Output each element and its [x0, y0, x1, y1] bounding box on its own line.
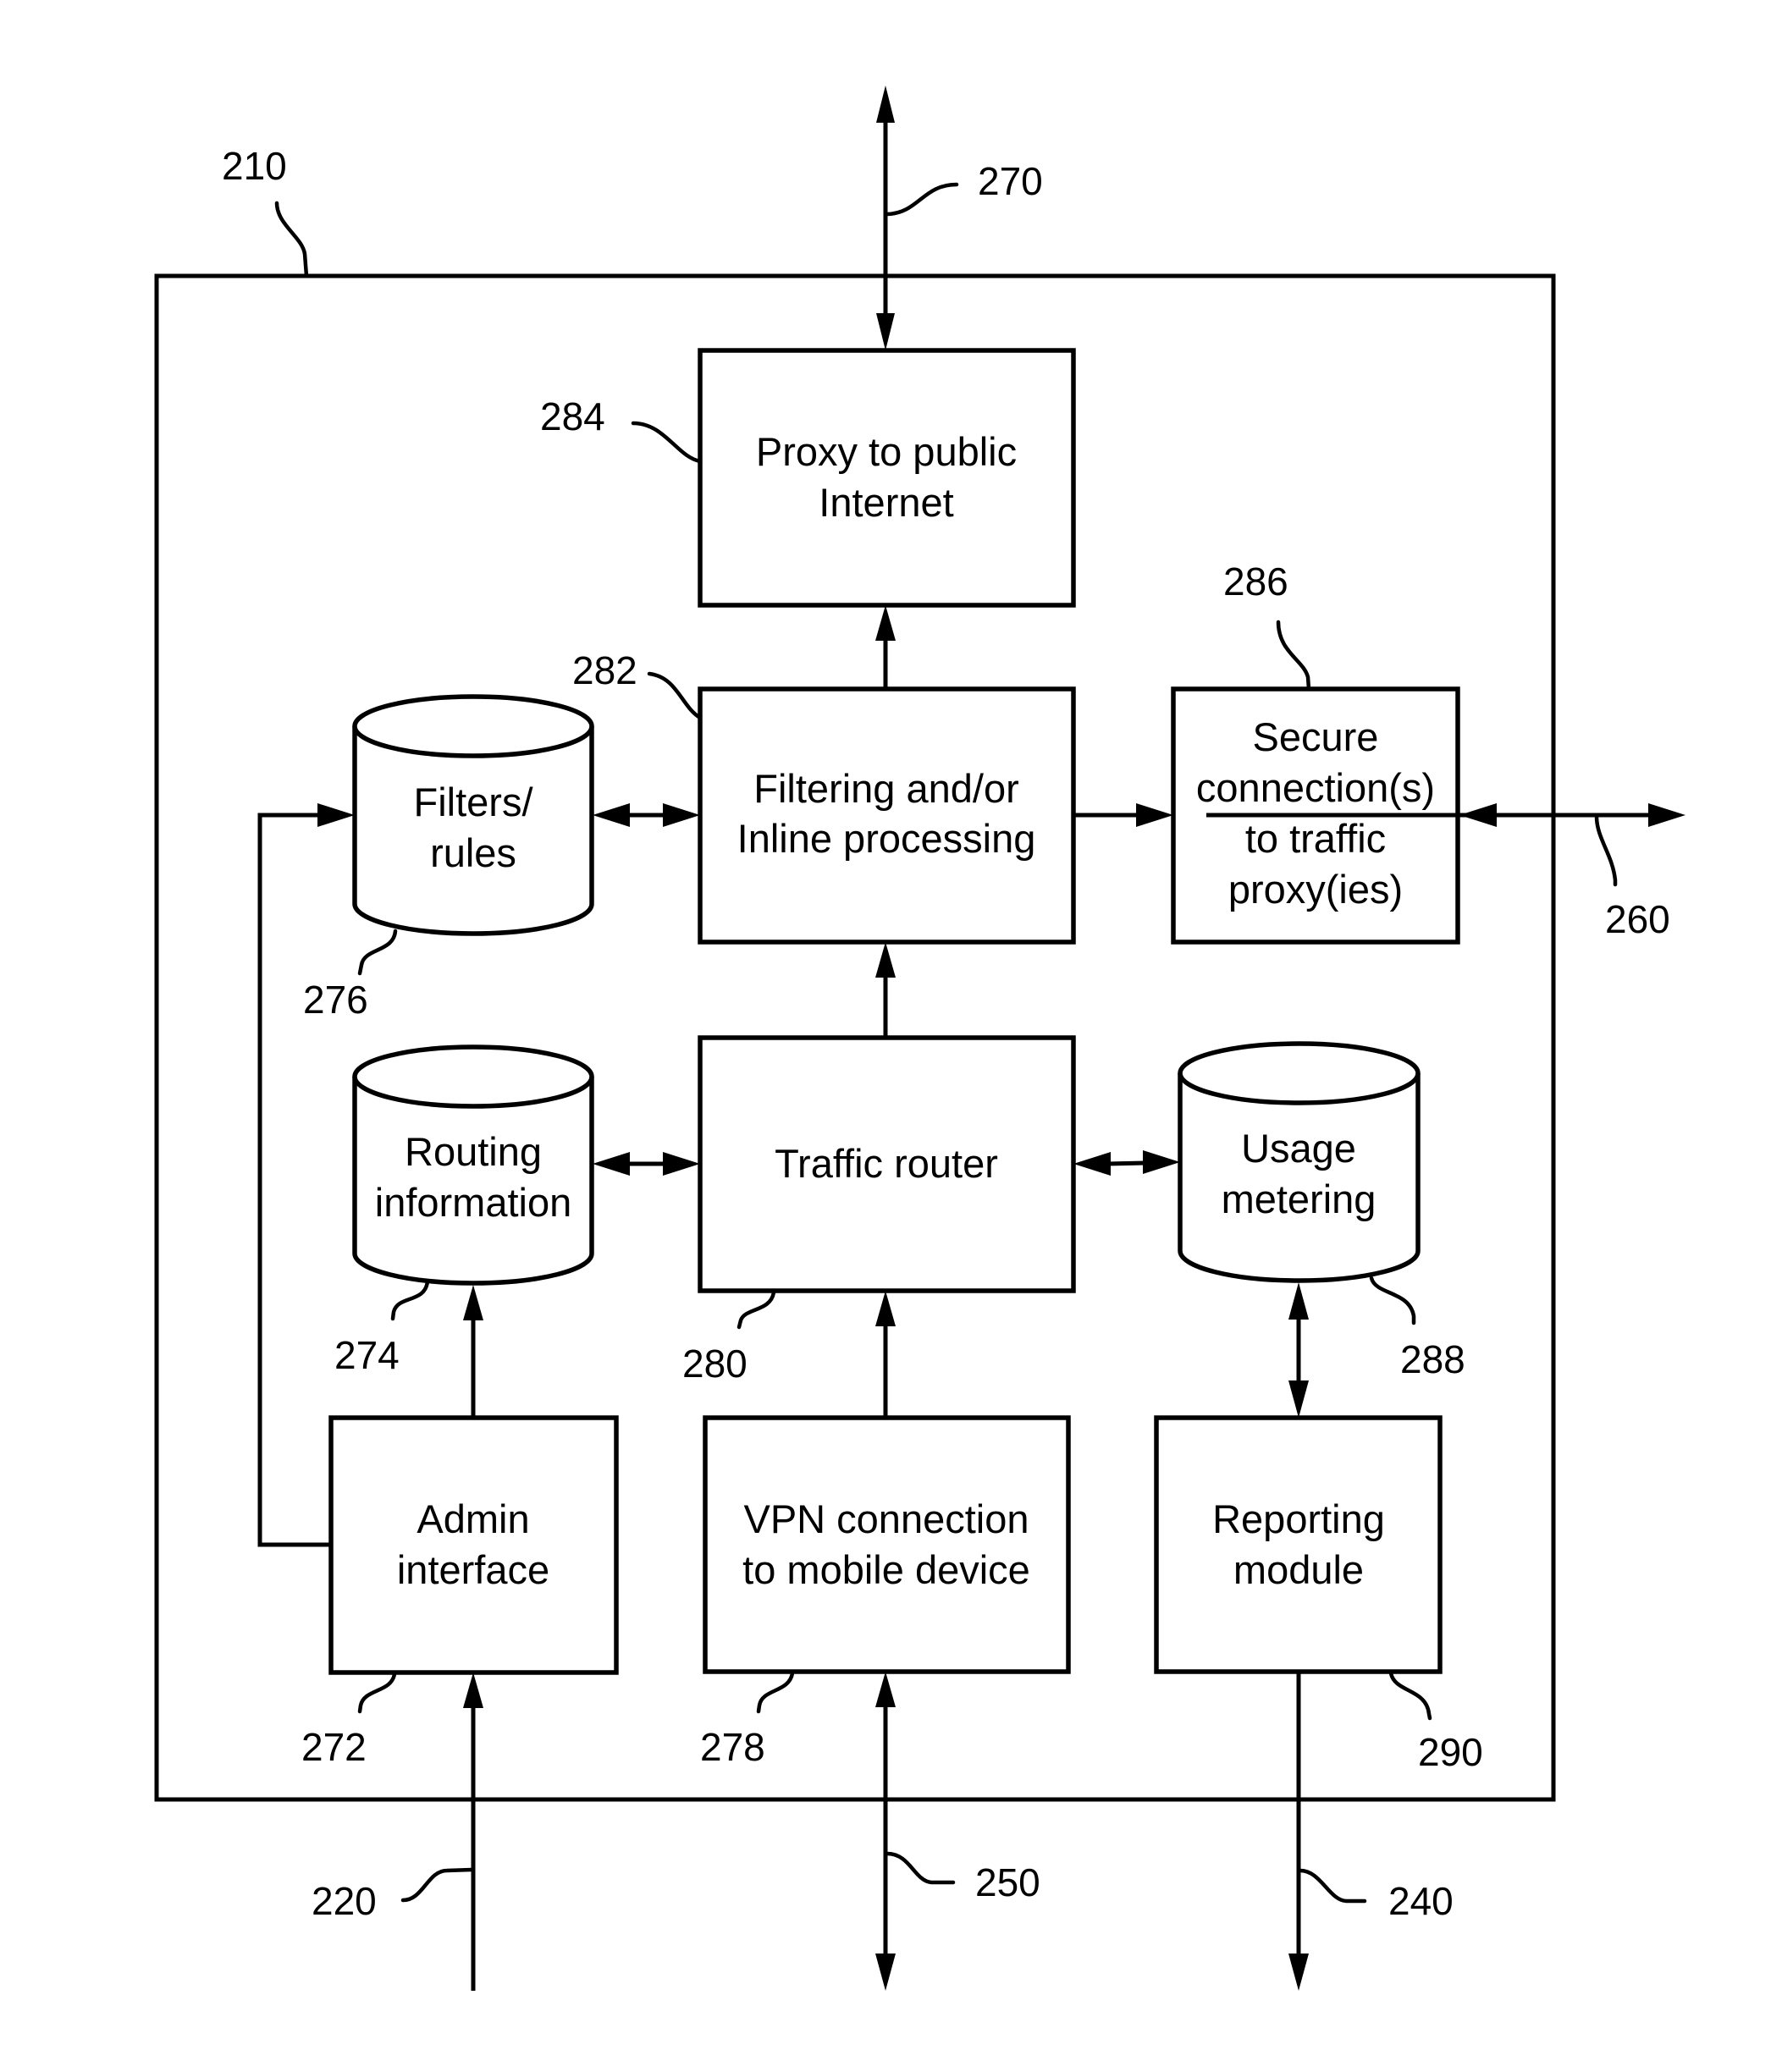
leader-line-286 — [1276, 620, 1311, 692]
arrow-admin-to-filters — [257, 813, 331, 1547]
ref-label-240: 240 — [1388, 1879, 1454, 1923]
block-traffic-router: Traffic router — [698, 1035, 1076, 1293]
leader-line-274 — [390, 1279, 430, 1321]
ref-label-280: 280 — [682, 1342, 748, 1386]
ref-label-210: 210 — [222, 144, 287, 188]
leader-line-240 — [1298, 1868, 1367, 1904]
block-label-line: Routing — [405, 1129, 542, 1174]
arrowhead-right-icon — [317, 803, 355, 827]
block-reporting-module: Reporting module — [1154, 1415, 1443, 1674]
datastore-filters-rules: Filters/ rules — [352, 694, 594, 936]
block-label-line: interface — [397, 1547, 549, 1592]
block-label-line: module — [1233, 1547, 1364, 1592]
ref-label-278: 278 — [700, 1725, 765, 1769]
arrowhead-up-icon — [875, 1672, 896, 1707]
block-label-line: Internet — [819, 480, 953, 525]
ref-label-270: 270 — [978, 159, 1043, 203]
arrowhead-right-icon — [1648, 803, 1685, 827]
block-label-line: Inline processing — [737, 816, 1036, 861]
leader-line-260 — [1594, 814, 1618, 887]
block-label-line: information — [375, 1180, 572, 1225]
block-diagram: 210 270 Proxy to public Internet 284 Fil… — [154, 85, 1685, 1991]
ref-label-220: 220 — [312, 1879, 377, 1923]
arrowhead-right-icon — [663, 803, 700, 827]
leader-line-270 — [885, 182, 959, 217]
ref-label-272: 272 — [301, 1725, 367, 1769]
leader-line-250 — [885, 1851, 956, 1885]
leader-line-210 — [274, 201, 309, 278]
block-label-line: rules — [430, 830, 516, 875]
block-label-line: Proxy to public — [756, 429, 1017, 474]
ref-label-260: 260 — [1605, 897, 1670, 941]
block-vpn-connection: VPN connection to mobile device — [703, 1415, 1071, 1674]
block-label-line: metering — [1222, 1177, 1376, 1221]
mobile-device-link-250: 250 — [875, 1672, 1040, 1991]
leader-line-280 — [737, 1290, 776, 1330]
arrowhead-up-icon — [875, 605, 896, 641]
leader-line-282 — [647, 671, 703, 720]
arrowhead-left-icon — [593, 1152, 630, 1176]
block-label-line: VPN connection — [743, 1496, 1029, 1541]
internet-link-270: 270 — [876, 85, 1043, 350]
ref-label-290: 290 — [1418, 1730, 1483, 1774]
block-admin-interface: Admin interface — [328, 1415, 619, 1675]
block-label-line: Secure — [1253, 714, 1379, 759]
block-proxy-to-public-internet: Proxy to public Internet — [698, 348, 1076, 608]
leader-line-220 — [400, 1867, 474, 1903]
leader-line-290 — [1388, 1671, 1432, 1721]
arrowhead-up-icon — [876, 85, 895, 123]
arrowhead-right-icon — [1143, 1150, 1180, 1174]
block-label-line: Reporting — [1212, 1496, 1385, 1541]
ref-label-274: 274 — [334, 1333, 400, 1377]
block-label-line: to traffic — [1245, 816, 1386, 861]
ref-label-282: 282 — [572, 648, 637, 692]
arrowhead-left-icon — [1073, 1152, 1111, 1176]
arrowhead-left-icon — [1459, 803, 1497, 827]
block-filtering-inline-processing: Filtering and/or Inline processing — [698, 686, 1076, 945]
ref-label-288: 288 — [1400, 1337, 1465, 1381]
block-label-line: Admin — [417, 1496, 529, 1541]
leader-line-288 — [1369, 1276, 1416, 1325]
arrowhead-right-icon — [663, 1152, 700, 1176]
ref-label-284: 284 — [540, 394, 605, 438]
arrowhead-down-icon — [1288, 1380, 1309, 1418]
leader-line-278 — [756, 1671, 795, 1714]
leader-line-284 — [631, 421, 703, 464]
admin-input-link-220: 220 — [312, 1672, 483, 1991]
ref-label-276: 276 — [303, 978, 368, 1022]
arrow-router-usage — [1106, 1160, 1146, 1166]
datastore-routing-information: Routing information — [352, 1044, 594, 1286]
arrowhead-up-icon — [875, 942, 896, 978]
arrowhead-up-icon — [875, 1291, 896, 1326]
ref-label-250: 250 — [975, 1860, 1040, 1904]
block-label-line: connection(s) — [1196, 765, 1435, 810]
arrowhead-up-icon — [463, 1672, 483, 1708]
arrowhead-down-icon — [875, 1954, 896, 1991]
arrowhead-left-icon — [593, 803, 630, 827]
block-label-line: proxy(ies) — [1228, 867, 1403, 912]
block-label-line: Filters/ — [414, 780, 534, 824]
arrowhead-up-icon — [463, 1285, 483, 1320]
leader-line-272 — [357, 1672, 397, 1714]
arrowhead-right-icon — [1136, 803, 1173, 827]
block-label-line: to mobile device — [742, 1547, 1030, 1592]
arrowhead-up-icon — [1288, 1282, 1309, 1320]
datastore-usage-metering: Usage metering — [1178, 1041, 1421, 1283]
block-label-line: Traffic router — [775, 1141, 998, 1186]
leader-line-276 — [357, 929, 398, 976]
block-label-line: Filtering and/or — [753, 766, 1019, 811]
block-label-line: Usage — [1241, 1126, 1356, 1171]
ref-label-286: 286 — [1223, 559, 1288, 603]
arrowhead-down-icon — [876, 313, 895, 350]
arrowhead-down-icon — [1288, 1954, 1309, 1991]
